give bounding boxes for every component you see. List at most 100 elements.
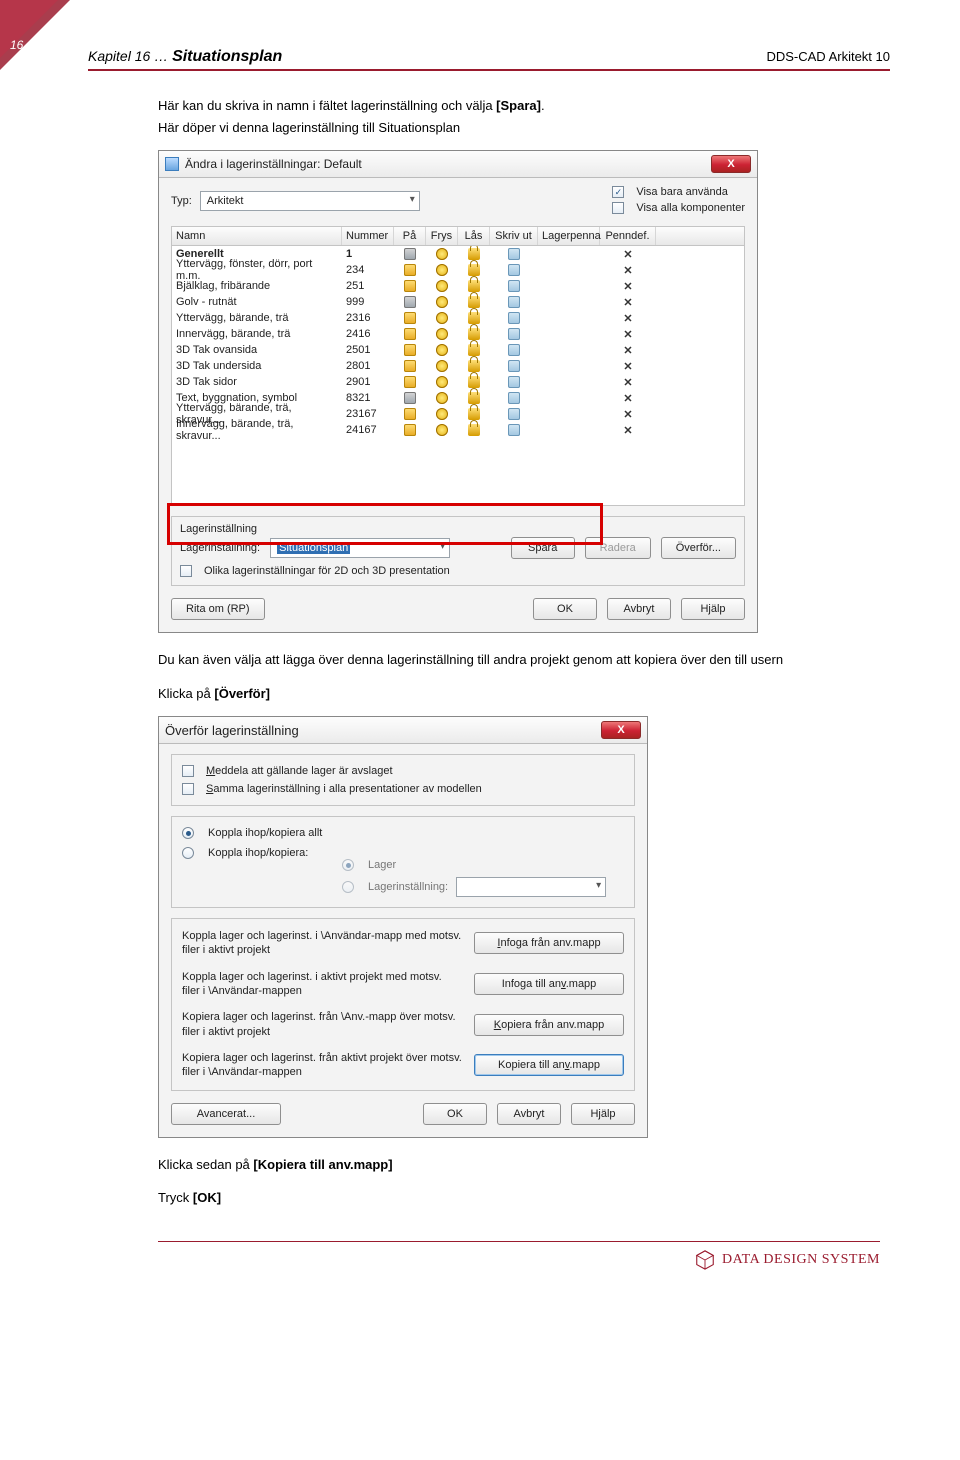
close-icon[interactable]: X xyxy=(711,155,751,173)
lock-icon xyxy=(468,392,480,404)
print-icon xyxy=(508,264,520,276)
freeze-icon xyxy=(436,424,448,436)
x-icon: ✕ xyxy=(623,264,632,277)
table-row[interactable]: Bjälklag, fribärande251✕ xyxy=(172,278,744,294)
on-icon xyxy=(404,408,416,420)
freeze-icon xyxy=(436,408,448,420)
infoga-till-button[interactable]: Infoga till anv.mapp xyxy=(474,973,624,995)
typ-label: Typ: xyxy=(171,195,192,207)
intro-line-2: Här döper vi denna lagerinställning till… xyxy=(158,119,880,137)
group-notify: Meddela att gällande lager är avslaget S… xyxy=(171,754,635,806)
radio-all[interactable]: Koppla ihop/kopiera allt xyxy=(182,827,624,839)
table-row[interactable]: Innervägg, bärande, trä2416✕ xyxy=(172,326,744,342)
pair3-text: Kopiera lager och lagerinst. från \Anv.-… xyxy=(182,1010,462,1039)
close-icon[interactable]: X xyxy=(601,721,641,739)
freeze-icon xyxy=(436,392,448,404)
on-icon xyxy=(404,424,416,436)
titlebar[interactable]: Ändra i lagerinställningar: Default X xyxy=(159,151,757,178)
chk-olika[interactable]: Olika lagerinställningar för 2D och 3D p… xyxy=(180,565,736,577)
radio-selective[interactable]: Koppla ihop/kopiera: xyxy=(182,847,624,859)
group-actions: Koppla lager och lagerinst. i \Användar-… xyxy=(171,918,635,1090)
x-icon: ✕ xyxy=(623,296,632,309)
avbryt-button[interactable]: Avbryt xyxy=(497,1103,561,1125)
spara-button[interactable]: Spara xyxy=(511,537,575,559)
lock-icon xyxy=(468,344,480,356)
transfer-dialog: Överför lagerinställning X Meddela att g… xyxy=(158,716,648,1137)
dialog-title: Ändra i lagerinställningar: Default xyxy=(185,157,711,171)
x-icon: ✕ xyxy=(623,328,632,341)
table-row[interactable]: 3D Tak ovansida2501✕ xyxy=(172,342,744,358)
layers-grid[interactable]: Namn Nummer På Frys Lås Skriv ut Lagerpe… xyxy=(171,226,745,506)
hex-icon xyxy=(694,1249,716,1271)
titlebar[interactable]: Överför lagerinställning X xyxy=(159,717,647,744)
x-icon: ✕ xyxy=(623,424,632,437)
chk-samma[interactable]: Samma lagerinställning i alla presentati… xyxy=(182,783,624,795)
x-icon: ✕ xyxy=(623,408,632,421)
ok-button[interactable]: OK xyxy=(423,1103,487,1125)
mid-para: Du kan även välja att lägga över denna l… xyxy=(158,651,880,669)
lock-icon xyxy=(468,360,480,372)
on-icon xyxy=(404,360,416,372)
ok-button[interactable]: OK xyxy=(533,598,597,620)
x-icon: ✕ xyxy=(623,248,632,261)
app-icon xyxy=(165,157,179,171)
x-icon: ✕ xyxy=(623,312,632,325)
print-icon xyxy=(508,280,520,292)
table-row[interactable]: Yttervägg, bärande, trä2316✕ xyxy=(172,310,744,326)
kopiera-fran-button[interactable]: Kopiera från anv.mapp xyxy=(474,1014,624,1036)
print-icon xyxy=(508,376,520,388)
x-icon: ✕ xyxy=(623,280,632,293)
lock-icon xyxy=(468,280,480,292)
freeze-icon xyxy=(436,312,448,324)
freeze-icon xyxy=(436,248,448,260)
freeze-icon xyxy=(436,376,448,388)
print-icon xyxy=(508,360,520,372)
sub-radio-lagerinst: Lagerinställning: xyxy=(342,877,624,897)
page-number: 16 xyxy=(10,38,23,52)
table-row[interactable]: 3D Tak sidor2901✕ xyxy=(172,374,744,390)
chk-visa-alla[interactable]: Visa alla komponenter xyxy=(612,202,745,214)
kopiera-till-button[interactable]: Kopiera till anv.mapp xyxy=(474,1054,624,1076)
sub-radio-lager: Lager xyxy=(342,859,624,871)
chk-visa-anvanda[interactable]: ✓Visa bara använda xyxy=(612,186,745,198)
freeze-icon xyxy=(436,344,448,356)
freeze-icon xyxy=(436,264,448,276)
on-icon xyxy=(404,248,416,260)
lock-icon xyxy=(468,328,480,340)
lock-icon xyxy=(468,408,480,420)
lock-icon xyxy=(468,376,480,388)
radera-button[interactable]: Radera xyxy=(585,537,651,559)
running-header: Kapitel 16 … Situationsplan DDS-CAD Arki… xyxy=(88,48,890,71)
hjalp-button[interactable]: Hjälp xyxy=(681,598,745,620)
on-icon xyxy=(404,280,416,292)
page-title: Situationsplan xyxy=(172,48,282,65)
print-icon xyxy=(508,248,520,260)
table-row[interactable]: Yttervägg, fönster, dörr, port m.m.234✕ xyxy=(172,262,744,278)
table-row[interactable]: Golv - rutnät999✕ xyxy=(172,294,744,310)
table-row[interactable]: 3D Tak undersida2801✕ xyxy=(172,358,744,374)
on-icon xyxy=(404,344,416,356)
avancerat-button[interactable]: Avancerat... xyxy=(171,1103,281,1125)
freeze-icon xyxy=(436,296,448,308)
chapter-label: Kapitel 16 … xyxy=(88,48,172,64)
layer-settings-dialog: Ändra i lagerinställningar: Default X Ty… xyxy=(158,150,758,633)
lagerinstallning-combo[interactable]: Situationsplan xyxy=(270,538,450,558)
infoga-fran-button[interactable]: Infoga från anv.mapp xyxy=(474,932,624,954)
product-name: DDS-CAD Arkitekt 10 xyxy=(766,49,890,64)
intro-line-1: Här kan du skriva in namn i fältet lager… xyxy=(158,97,880,115)
hjalp-button[interactable]: Hjälp xyxy=(571,1103,635,1125)
x-icon: ✕ xyxy=(623,360,632,373)
on-icon xyxy=(404,296,416,308)
rita-om-button[interactable]: Rita om (RP) xyxy=(171,598,265,620)
fs-label: Lagerinställning: xyxy=(180,542,260,554)
typ-combo[interactable]: Arkitekt xyxy=(200,191,420,211)
overfor-button[interactable]: Överför... xyxy=(661,537,736,559)
table-row[interactable]: Innervägg, bärande, trä, skravur...24167… xyxy=(172,422,744,438)
fs-legend: Lagerinställning xyxy=(180,523,736,535)
chk-meddela[interactable]: Meddela att gällande lager är avslaget xyxy=(182,765,624,777)
avbryt-button[interactable]: Avbryt xyxy=(607,598,671,620)
lock-icon xyxy=(468,424,480,436)
x-icon: ✕ xyxy=(623,344,632,357)
print-icon xyxy=(508,408,520,420)
pair2-text: Koppla lager och lagerinst. i aktivt pro… xyxy=(182,970,462,999)
